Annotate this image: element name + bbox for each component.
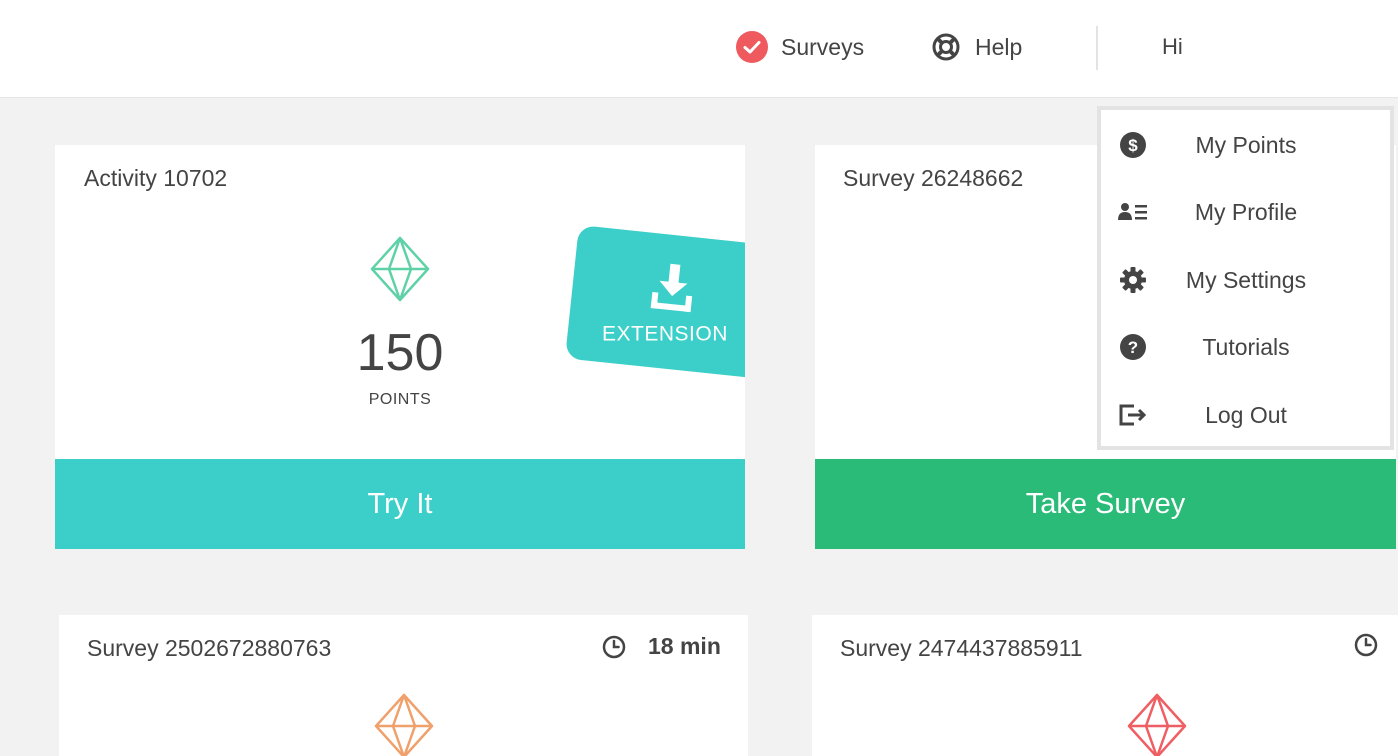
activity-card: Activity 10702 150 POINTS EXTENSION Try … (55, 145, 745, 549)
survey-card: Survey 2502672880763 18 min (59, 615, 748, 756)
menu-item-label: My Points (1195, 131, 1297, 158)
svg-text:?: ? (1128, 338, 1138, 357)
clock-icon (602, 635, 626, 659)
menu-item-my-profile[interactable]: My Profile (1101, 184, 1390, 240)
menu-item-tutorials[interactable]: ? Tutorials (1101, 319, 1390, 375)
gear-icon (1117, 264, 1149, 296)
menu-item-my-points[interactable]: $ My Points (1101, 117, 1390, 173)
diamond-icon (1126, 693, 1188, 756)
survey-duration (1354, 633, 1398, 657)
user-greeting[interactable]: Hi (1162, 34, 1183, 60)
top-bar: Surveys Help Hi (0, 0, 1398, 98)
nav-surveys-label: Surveys (781, 33, 865, 60)
menu-item-label: My Settings (1185, 266, 1307, 293)
user-dropdown-menu: $ My Points My Profile My Settings ? Tut… (1097, 106, 1394, 450)
svg-text:$: $ (1128, 136, 1138, 155)
dollar-circle-icon: $ (1117, 129, 1149, 161)
duration-value: 18 min (648, 633, 721, 659)
menu-item-label: Tutorials (1202, 333, 1290, 360)
logout-icon (1117, 399, 1149, 431)
question-circle-icon: ? (1117, 331, 1149, 363)
points-label: POINTS (368, 391, 432, 408)
card-title: Survey 2502672880763 (87, 635, 332, 661)
menu-item-my-settings[interactable]: My Settings (1101, 252, 1390, 308)
header-divider (1096, 26, 1098, 70)
take-survey-button[interactable]: Take Survey (815, 459, 1396, 549)
nav-help[interactable]: Help (929, 28, 1022, 66)
menu-item-label: Log Out (1205, 401, 1287, 428)
clock-icon (1354, 633, 1378, 657)
id-card-icon (1117, 196, 1149, 228)
nav-help-label: Help (975, 33, 1023, 60)
extension-badge[interactable]: EXTENSION (564, 225, 745, 380)
menu-item-label: My Profile (1194, 198, 1298, 225)
download-icon (648, 260, 698, 321)
diamond-icon (373, 693, 435, 756)
nav-surveys[interactable]: Surveys (735, 28, 864, 66)
menu-item-log-out[interactable]: Log Out (1101, 387, 1390, 443)
survey-card: Survey 2474437885911 (812, 615, 1398, 756)
card-title: Activity 10702 (84, 165, 228, 191)
survey-duration: 18 min (602, 633, 721, 660)
extension-label: EXTENSION (602, 322, 728, 346)
card-title: Survey 2474437885911 (840, 635, 1083, 661)
check-circle-icon (735, 30, 769, 64)
card-title: Survey 26248662 (843, 165, 1024, 191)
diamond-icon (369, 236, 431, 307)
lifebuoy-icon (929, 30, 963, 64)
try-it-button[interactable]: Try It (55, 459, 745, 549)
